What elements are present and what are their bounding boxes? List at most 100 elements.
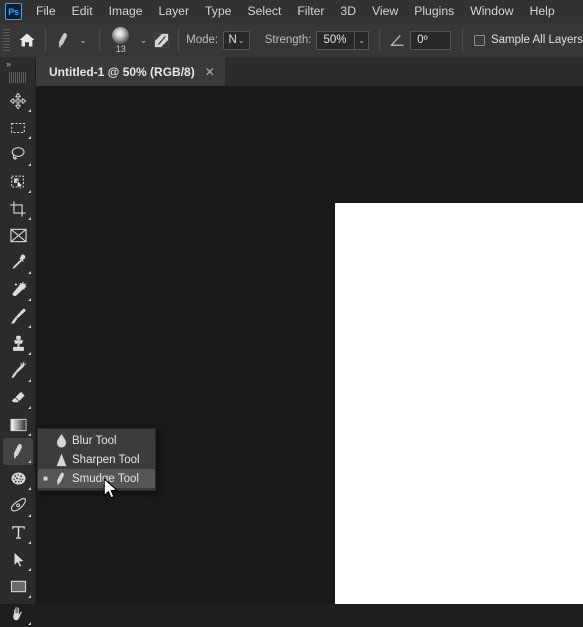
sponge-icon [11, 472, 25, 485]
angle-input[interactable]: 0º [410, 30, 452, 50]
spot-healing-brush-icon [11, 282, 26, 297]
menu-bar: Ps File Edit Image Layer Type Select Fil… [0, 0, 583, 23]
soft-round-brush-icon [112, 26, 130, 44]
document-tab[interactable]: Untitled-1 @ 50% (RGB/8) ✕ [36, 57, 225, 86]
tool-brush[interactable] [3, 303, 33, 330]
document-canvas[interactable] [335, 203, 583, 604]
options-divider-5 [462, 29, 463, 51]
home-icon [19, 33, 35, 47]
mode-chevron-down-icon: ⌄ [237, 35, 245, 45]
tool-submenu-corner-icon [28, 325, 31, 328]
blur-tool-flyout-menu: Blur Tool Sharpen Tool ■ Smudge Tool [37, 428, 156, 491]
tool-object-selection[interactable] [3, 168, 33, 195]
sample-all-layers-label: Sample All Layers [490, 34, 583, 46]
strength-chevron-down-icon: ⌄ [358, 35, 365, 45]
tool-move[interactable] [3, 87, 33, 114]
tool-eyedropper[interactable] [3, 249, 33, 276]
menu-item-type[interactable]: Type [197, 2, 239, 21]
tool-path-selection[interactable] [3, 546, 33, 573]
smudge-tool-icon [50, 471, 72, 487]
menu-item-image[interactable]: Image [101, 2, 151, 21]
tool-sponge[interactable] [3, 465, 33, 492]
strength-label: Strength: [264, 34, 312, 46]
tool-gradient[interactable] [3, 411, 33, 438]
brush-settings-button[interactable] [152, 30, 171, 50]
tool-submenu-corner-icon [28, 163, 31, 166]
tool-preset-chevron-down-icon[interactable]: ⌄ [74, 35, 92, 45]
flyout-item-blur-tool[interactable]: Blur Tool [38, 431, 155, 450]
tool-history-brush[interactable] [3, 357, 33, 384]
lasso-icon [11, 147, 25, 160]
tool-submenu-corner-icon [28, 379, 31, 382]
close-icon[interactable]: ✕ [205, 66, 215, 78]
tool-submenu-corner-icon [28, 109, 31, 112]
tool-horizontal-type[interactable] [3, 519, 33, 546]
path-selection-icon [13, 551, 25, 568]
tool-lasso[interactable] [3, 141, 33, 168]
tool-clone-stamp[interactable] [3, 330, 33, 357]
strength-input[interactable]: 50% [316, 30, 355, 50]
crop-icon [10, 200, 26, 217]
toolbar-grip[interactable] [9, 72, 27, 83]
tool-submenu-corner-icon [28, 271, 31, 274]
menu-item-view[interactable]: View [364, 2, 406, 21]
smudge-tool-icon [13, 443, 22, 459]
angle-icon [390, 34, 404, 46]
flyout-item-label: Smudge Tool [72, 472, 139, 485]
tool-submenu-corner-icon [28, 487, 31, 490]
menu-item-select[interactable]: Select [239, 2, 289, 21]
sample-all-layers-box-icon [473, 34, 485, 46]
brush-icon [10, 308, 25, 324]
tool-submenu-corner-icon [28, 406, 31, 409]
flyout-item-sharpen-tool[interactable]: Sharpen Tool [38, 450, 155, 469]
history-brush-icon [10, 361, 26, 378]
menu-item-file[interactable]: File [28, 2, 64, 21]
tool-submenu-corner-icon [28, 433, 31, 436]
strength-stepper[interactable]: ⌄ [354, 30, 370, 50]
tool-frame[interactable] [3, 222, 33, 249]
menu-item-filter[interactable]: Filter [289, 2, 332, 21]
home-button[interactable] [16, 27, 38, 53]
options-divider-1 [44, 29, 46, 51]
tool-rectangle-shape[interactable] [3, 573, 33, 600]
active-tool-preview[interactable] [53, 27, 75, 53]
flyout-item-label: Blur Tool [72, 434, 117, 447]
clone-stamp-icon [12, 335, 24, 351]
sample-all-layers-checkbox[interactable]: Sample All Layers [473, 34, 583, 46]
tool-smudge[interactable] [3, 438, 33, 465]
menu-item-help[interactable]: Help [522, 2, 563, 21]
menu-item-plugins[interactable]: Plugins [406, 2, 462, 21]
tool-rectangular-marquee[interactable] [3, 114, 33, 141]
brush-size-label: 13 [115, 43, 126, 54]
rectangular-marquee-icon [11, 122, 25, 133]
canvas-workspace[interactable] [36, 86, 583, 604]
brush-settings-icon [155, 33, 169, 47]
tool-pen[interactable] [3, 492, 33, 519]
brush-picker-chevron-down-icon[interactable]: ⌄ [135, 35, 153, 45]
menu-item-edit[interactable]: Edit [64, 2, 101, 21]
mode-value: N [228, 34, 237, 46]
menu-item-3d[interactable]: 3D [332, 2, 364, 21]
tool-options-bar: ⌄ 13 ⌄ Mode: N ⌄ Strength: 50% ⌄ 0º Samp… [0, 23, 583, 57]
menu-item-layer[interactable]: Layer [151, 2, 198, 21]
toolbar-collapse-button[interactable]: » [0, 57, 35, 71]
document-tab-title: Untitled-1 @ 50% (RGB/8) [49, 64, 195, 79]
pen-icon [10, 497, 26, 512]
flyout-selected-bullet: ■ [43, 473, 48, 483]
options-divider-2 [98, 29, 100, 51]
eraser-icon [10, 390, 26, 403]
mode-select[interactable]: N ⌄ [223, 30, 250, 50]
frame-icon [9, 228, 27, 243]
tool-submenu-corner-icon [28, 352, 31, 355]
eyedropper-icon [10, 253, 26, 271]
document-tab-bar: Untitled-1 @ 50% (RGB/8) ✕ [0, 57, 583, 86]
options-divider-3 [178, 29, 180, 51]
options-bar-grip[interactable] [3, 29, 11, 51]
tool-eraser[interactable] [3, 384, 33, 411]
menu-item-window[interactable]: Window [462, 2, 521, 21]
tool-hand[interactable] [3, 600, 33, 627]
brush-preset-picker[interactable]: 13 [107, 26, 135, 54]
tool-spot-healing-brush[interactable] [3, 276, 33, 303]
tool-crop[interactable] [3, 195, 33, 222]
flyout-item-smudge-tool[interactable]: ■ Smudge Tool [38, 469, 155, 488]
